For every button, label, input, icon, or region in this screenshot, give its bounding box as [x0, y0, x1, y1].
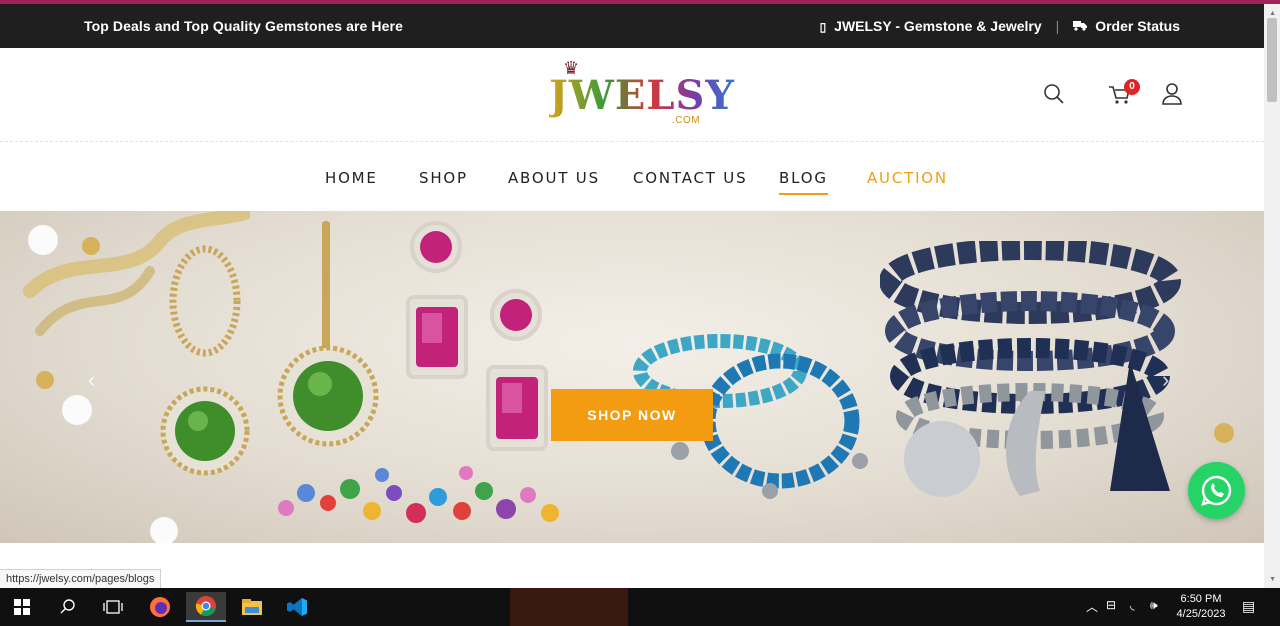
- network-devices-icon[interactable]: ⊟: [1106, 598, 1116, 612]
- nav-item-shop[interactable]: SHOP: [419, 169, 468, 187]
- user-account-icon[interactable]: [1158, 80, 1186, 108]
- clock-date: 4/25/2023: [1176, 608, 1226, 620]
- pearl-decoration: [62, 395, 92, 425]
- whatsapp-icon: [1201, 475, 1232, 506]
- clock-time: 6:50 PM: [1180, 593, 1222, 605]
- gemstones-image: [278, 466, 559, 523]
- order-status-link[interactable]: Order Status: [1073, 18, 1180, 34]
- cart-count-badge: 0: [1124, 79, 1140, 95]
- brand-link-label: JWELSY - Gemstone & Jewelry: [834, 18, 1042, 34]
- vscode-icon[interactable]: [277, 592, 317, 622]
- task-view-icon[interactable]: [93, 592, 133, 622]
- divider: |: [1055, 18, 1060, 34]
- pearl-decoration: [150, 517, 178, 543]
- nav-item-auction[interactable]: AUCTION: [867, 169, 948, 187]
- shop-now-button[interactable]: SHOP NOW: [551, 389, 713, 441]
- brand-link[interactable]: ▯ JWELSY - Gemstone & Jewelry: [820, 18, 1042, 34]
- scroll-up-arrow-icon[interactable]: ▲: [1269, 10, 1276, 17]
- scroll-thumb[interactable]: [1267, 18, 1277, 102]
- windows-start-icon[interactable]: [2, 592, 42, 622]
- navy-bracelets-image: [880, 241, 1181, 497]
- slider-next-arrow-icon[interactable]: ›: [1162, 367, 1169, 393]
- wifi-icon[interactable]: ◟: [1130, 598, 1135, 612]
- show-hidden-icons-icon[interactable]: ︿: [1086, 598, 1098, 615]
- page-scrollbar[interactable]: ▲ ▼: [1264, 4, 1280, 588]
- promo-text: Top Deals and Top Quality Gemstones are …: [84, 18, 403, 34]
- file-explorer-icon[interactable]: [232, 592, 272, 622]
- taskbar-wallpaper-fragment: [510, 588, 628, 626]
- volume-icon[interactable]: 🕪: [1150, 598, 1158, 613]
- green-earrings-image: [160, 221, 379, 476]
- main-nav: HOME SHOP ABOUT US CONTACT US BLOG AUCTI…: [0, 142, 1264, 211]
- slider-prev-arrow-icon[interactable]: ‹: [88, 367, 95, 393]
- notifications-icon[interactable]: ▤: [1242, 598, 1255, 615]
- windows-taskbar: ︿ ⊟ ◟ 🕪 6:50 PM 4/25/2023 ▤: [0, 588, 1280, 626]
- system-clock[interactable]: 6:50 PM 4/25/2023: [1172, 592, 1230, 622]
- search-icon[interactable]: [1040, 80, 1068, 108]
- logo-mark: JWELSY: [549, 72, 735, 119]
- firefox-icon[interactable]: [140, 592, 180, 622]
- link-status-url: https://jwelsy.com/pages/blogs: [0, 569, 162, 589]
- phone-icon: ▯: [819, 20, 827, 34]
- pink-earrings-image: [406, 221, 548, 451]
- whatsapp-chat-button[interactable]: [1188, 462, 1245, 519]
- order-status-label: Order Status: [1095, 18, 1180, 34]
- nav-item-blog[interactable]: BLOG: [779, 169, 828, 195]
- nav-item-contact-us[interactable]: CONTACT US: [633, 169, 747, 187]
- top-bar: Top Deals and Top Quality Gemstones are …: [0, 4, 1264, 48]
- gold-dot-decoration: [36, 371, 54, 389]
- truck-icon: [1073, 20, 1088, 34]
- top-bar-links: ▯ JWELSY - Gemstone & Jewelry | Order St…: [820, 18, 1180, 34]
- nav-item-home[interactable]: HOME: [325, 169, 378, 187]
- site-header: ♛ JWELSY .COM 0: [0, 48, 1264, 142]
- search-icon[interactable]: [48, 592, 88, 622]
- hero-banner: ‹ › SHOP NOW: [0, 211, 1264, 543]
- site-logo[interactable]: ♛ JWELSY .COM: [549, 58, 734, 132]
- gold-dot-decoration: [1214, 423, 1234, 443]
- logo-suffix: .COM: [672, 115, 701, 126]
- chrome-icon[interactable]: [186, 592, 226, 622]
- browser-page: Top Deals and Top Quality Gemstones are …: [0, 0, 1280, 626]
- scroll-down-arrow-icon[interactable]: ▼: [1269, 576, 1276, 583]
- nav-item-about-us[interactable]: ABOUT US: [508, 169, 600, 187]
